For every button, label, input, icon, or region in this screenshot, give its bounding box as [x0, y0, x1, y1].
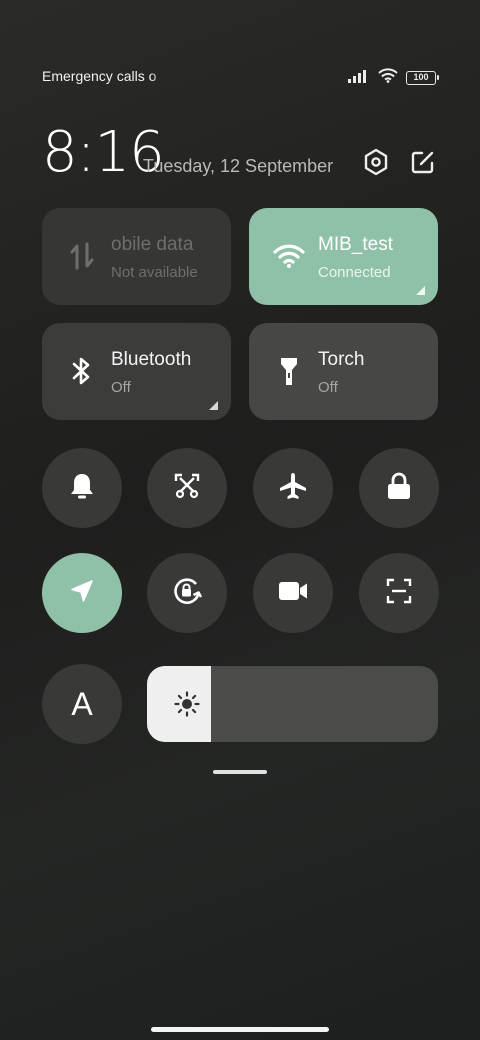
mobile-data-icon — [66, 240, 98, 272]
scanner-icon — [385, 577, 413, 610]
battery-icon: 100 — [406, 71, 439, 85]
font-size-label: A — [71, 685, 93, 722]
screenshot-icon — [173, 472, 201, 505]
edit-icon — [410, 149, 436, 180]
bluetooth-tile[interactable]: Bluetooth Off — [42, 323, 231, 420]
bluetooth-icon — [66, 355, 98, 387]
wifi-tile[interactable]: MIB_test Connected — [249, 208, 438, 305]
carrier-text: Emergency calls o — [42, 68, 157, 84]
status-bar: Emergency calls o 100 — [42, 66, 439, 88]
torch-icon — [273, 355, 305, 387]
video-toggle[interactable] — [253, 553, 333, 633]
brightness-slider[interactable] — [147, 666, 438, 742]
bell-toggle[interactable] — [42, 448, 122, 528]
rotation-lock-toggle[interactable] — [147, 553, 227, 633]
tile-title: MIB_test — [318, 234, 393, 255]
location-icon — [69, 578, 95, 609]
tile-title: obile data — [111, 234, 194, 255]
settings-button[interactable] — [361, 148, 391, 181]
location-toggle[interactable] — [42, 553, 122, 633]
torch-tile[interactable]: Torch Off — [249, 323, 438, 420]
airplane-toggle[interactable] — [253, 448, 333, 528]
status-icons: 100 — [348, 68, 439, 88]
font-size-toggle[interactable]: A — [42, 664, 122, 744]
signal-icon — [348, 69, 370, 88]
expand-corner-icon[interactable] — [416, 286, 425, 295]
screenshot-toggle[interactable] — [147, 448, 227, 528]
expand-corner-icon[interactable] — [209, 401, 218, 410]
sun-icon — [173, 690, 201, 718]
tile-title: Torch — [318, 349, 365, 370]
home-indicator[interactable] — [151, 1027, 329, 1032]
airplane-icon — [278, 471, 308, 506]
tile-title: Bluetooth — [111, 349, 192, 370]
tile-subtitle: Not available — [111, 264, 198, 281]
video-camera-icon — [278, 580, 308, 607]
drag-handle[interactable] — [213, 770, 267, 774]
bell-icon — [69, 472, 95, 505]
lock-icon — [387, 472, 411, 505]
mobile-data-tile[interactable]: obile data Not available — [42, 208, 231, 305]
date: Tuesday, 12 September — [143, 156, 334, 176]
edit-button[interactable] — [408, 149, 438, 179]
settings-icon — [363, 148, 389, 181]
tile-subtitle: Off — [111, 379, 131, 396]
tile-subtitle: Off — [318, 379, 338, 396]
tile-subtitle: Connected — [318, 264, 391, 281]
lock-toggle[interactable] — [359, 448, 439, 528]
wifi-icon — [273, 240, 305, 272]
wifi-icon — [378, 68, 398, 88]
scanner-toggle[interactable] — [359, 553, 439, 633]
rotation-lock-icon — [171, 575, 203, 612]
